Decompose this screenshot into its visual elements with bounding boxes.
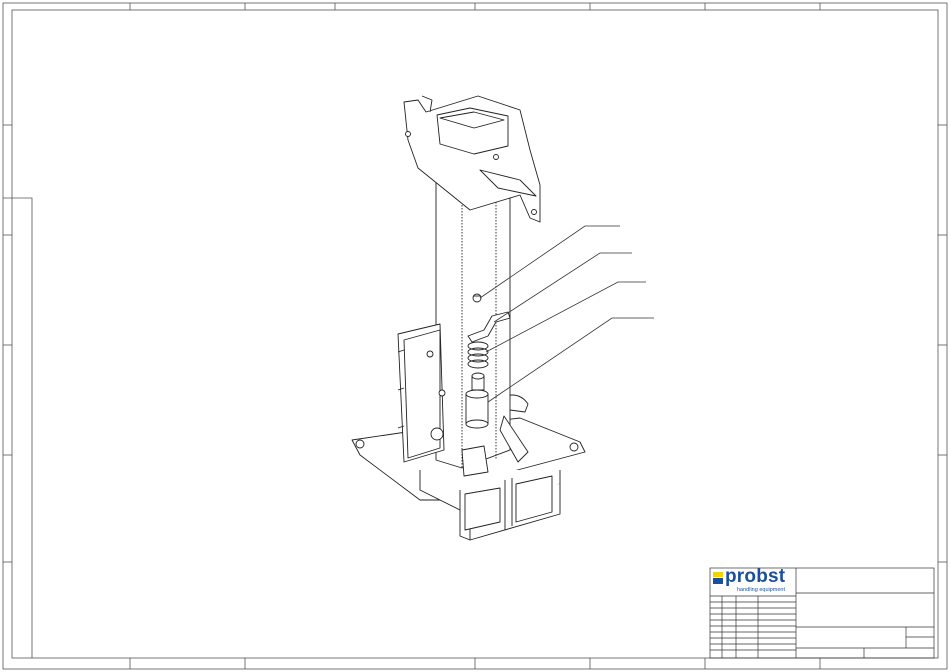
drawing-sheet (2, 2, 948, 670)
brand-tagline: handling equipment (737, 587, 786, 593)
probst-logo-icon (713, 571, 723, 584)
brand-logo: probst (725, 566, 786, 587)
